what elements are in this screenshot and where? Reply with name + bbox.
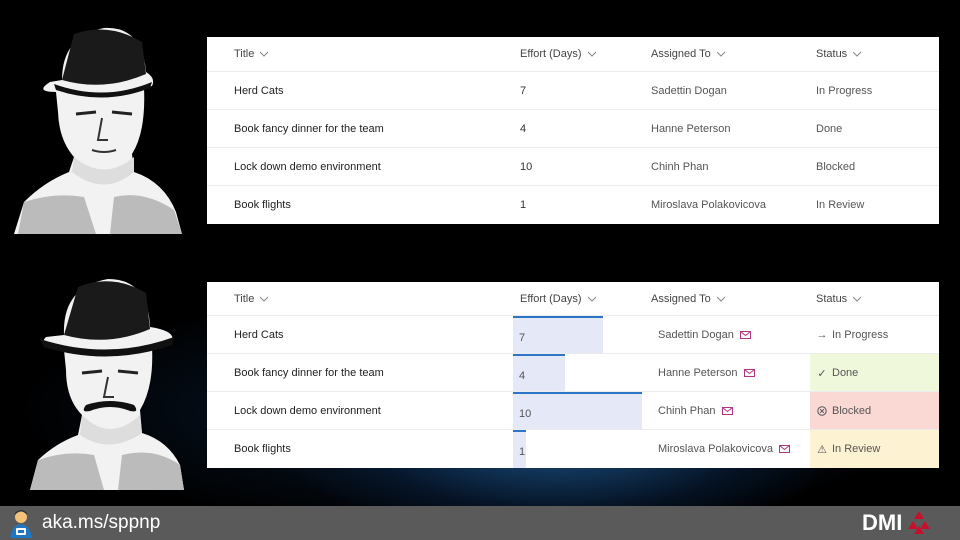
status-cell: Blocked	[810, 392, 939, 430]
column-header-assigned[interactable]: Assigned To	[651, 37, 811, 71]
dmi-logo: DMI	[862, 510, 934, 536]
effort-cell: 1	[520, 198, 527, 211]
status-cell: ⚠ In Review	[810, 430, 939, 468]
title-cell: Herd Cats	[234, 84, 284, 97]
chevron-down-icon	[716, 51, 725, 57]
chevron-down-icon	[716, 296, 725, 302]
chevron-down-icon	[260, 296, 269, 302]
status-cell: Done	[816, 122, 843, 135]
mail-icon[interactable]	[721, 406, 733, 415]
status-cell: Blocked	[816, 160, 856, 173]
effort-value: 1	[519, 446, 526, 458]
column-header-effort[interactable]: Effort (Days)	[520, 37, 640, 71]
column-header-title[interactable]: Title	[234, 282, 514, 316]
assigned-cell: Miroslava Polakovicova	[651, 198, 766, 211]
title-cell: Herd Cats	[234, 328, 284, 341]
portrait-bottom	[26, 275, 186, 490]
status-cell: → In Progress	[810, 316, 939, 354]
mail-icon[interactable]	[778, 444, 790, 453]
assigned-cell: Sadettin Dogan	[651, 84, 727, 97]
effort-value: 10	[519, 408, 532, 420]
assigned-person[interactable]: Miroslava Polakovicova	[658, 430, 813, 467]
effort-cell: 10	[520, 160, 533, 173]
header-row: Title Effort (Days) Assigned To Status	[207, 37, 939, 71]
table-row[interactable]: Book flights 1 Miroslava Polakovicova In…	[207, 185, 939, 223]
assigned-cell: Hanne Peterson	[651, 122, 731, 135]
list-formatted-view: Title Effort (Days) Assigned To Status H…	[207, 282, 939, 468]
title-cell: Book flights	[234, 442, 291, 455]
effort-cell: 7	[520, 84, 527, 97]
title-cell: Book flights	[234, 198, 291, 211]
triangle-logo-icon	[908, 511, 931, 534]
warning-icon: ⚠	[817, 443, 827, 456]
chevron-down-icon	[853, 51, 862, 57]
title-cell: Book fancy dinner for the team	[234, 122, 384, 135]
table-row[interactable]: Herd Cats 7 Sadettin Dogan → In Progress	[207, 315, 939, 354]
status-cell: In Progress	[816, 84, 873, 97]
assigned-person[interactable]: Chinh Phan	[658, 392, 813, 429]
assigned-cell: Chinh Phan	[651, 160, 709, 173]
assigned-person[interactable]: Sadettin Dogan	[658, 316, 813, 353]
blocked-circle-icon	[816, 405, 828, 417]
chevron-down-icon	[260, 51, 269, 57]
chevron-down-icon	[587, 51, 596, 57]
table-row[interactable]: Book flights 1 Miroslava Polakovicova ⚠ I…	[207, 429, 939, 468]
chevron-down-icon	[587, 296, 596, 302]
column-header-status[interactable]: Status	[816, 282, 936, 316]
title-cell: Book fancy dinner for the team	[234, 366, 384, 379]
brand-text: DMI	[862, 510, 903, 535]
effort-data-bar	[513, 316, 603, 354]
header-row: Title Effort (Days) Assigned To Status	[207, 282, 939, 316]
assigned-person[interactable]: Hanne Peterson	[658, 354, 813, 391]
list-plain-view: Title Effort (Days) Assigned To Status H…	[207, 37, 939, 224]
mail-icon[interactable]	[739, 330, 751, 339]
effort-data-bar	[513, 392, 642, 430]
column-header-status[interactable]: Status	[816, 37, 936, 71]
effort-value: 7	[519, 332, 526, 344]
chevron-down-icon	[853, 296, 862, 302]
checkmark-icon: ✓	[817, 367, 827, 380]
title-cell: Lock down demo environment	[234, 404, 381, 417]
table-row[interactable]: Lock down demo environment 10 Chinh Phan…	[207, 147, 939, 185]
footer-url[interactable]: aka.ms/sppnp	[42, 512, 160, 534]
effort-value: 4	[519, 370, 526, 382]
effort-cell: 4	[520, 122, 527, 135]
status-cell: In Review	[816, 198, 865, 211]
developer-mascot-icon	[10, 510, 32, 538]
title-cell: Lock down demo environment	[234, 160, 381, 173]
table-row[interactable]: Herd Cats 7 Sadettin Dogan In Progress	[207, 71, 939, 109]
status-cell: ✓ Done	[810, 354, 939, 392]
column-header-assigned[interactable]: Assigned To	[651, 282, 811, 316]
footer-bar: aka.ms/sppnp DMI	[0, 506, 960, 540]
portrait-top	[14, 22, 182, 234]
mail-icon[interactable]	[743, 368, 755, 377]
table-row[interactable]: Book fancy dinner for the team 4 Hanne P…	[207, 109, 939, 147]
table-row[interactable]: Lock down demo environment 10 Chinh Phan…	[207, 391, 939, 430]
column-header-effort[interactable]: Effort (Days)	[520, 282, 640, 316]
arrow-right-icon: →	[816, 329, 828, 341]
column-header-title[interactable]: Title	[234, 37, 514, 71]
table-row[interactable]: Book fancy dinner for the team 4 Hanne P…	[207, 353, 939, 392]
